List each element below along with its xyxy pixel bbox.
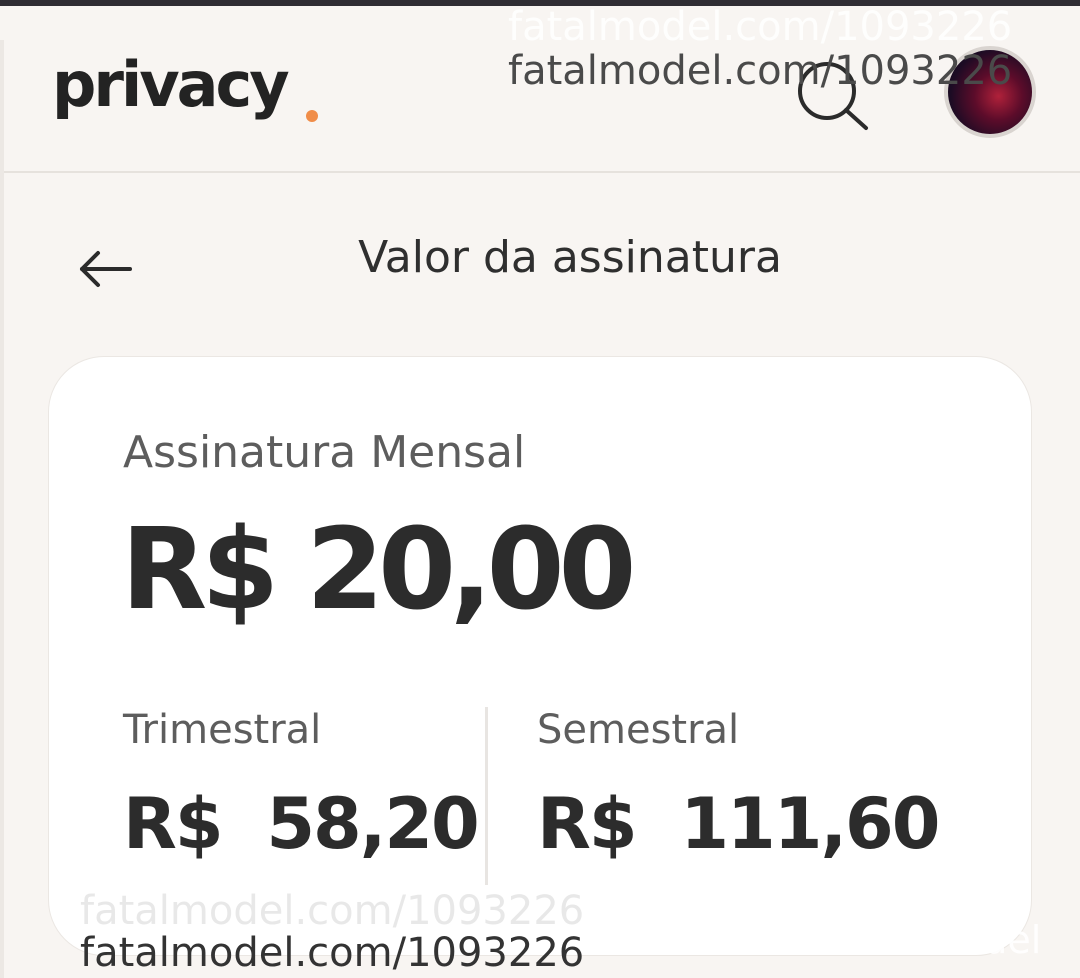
divider [485, 707, 488, 885]
left-edge [0, 40, 4, 978]
monthly-plan-price: R$ 20,00 [121, 505, 636, 635]
privacy-logo[interactable]: privacy [52, 48, 290, 121]
subscription-card: Assinatura Mensal R$ 20,00 Trimestral R$… [48, 356, 1032, 956]
watermark-faint: odel [960, 918, 1042, 962]
watermark-faint: fatalmodel.com/1093226 [80, 888, 585, 934]
watermark-faint: fatalmodel.com/1093226 [508, 4, 1013, 50]
plan-option-label: Trimestral [123, 707, 322, 753]
plan-option-semestral[interactable]: Semestral R$ 111,60 [537, 707, 940, 865]
monthly-plan-label: Assinatura Mensal [123, 427, 526, 478]
watermark: fatalmodel.com/1093226 [508, 48, 1013, 94]
plan-option-label: Semestral [537, 707, 740, 753]
plan-option-price: R$ 58,20 [123, 783, 480, 865]
page-title: Valor da assinatura [358, 232, 782, 283]
plan-option-price: R$ 111,60 [537, 783, 940, 865]
logo-dot [306, 110, 318, 122]
plan-option-trimestral[interactable]: Trimestral R$ 58,20 [123, 707, 480, 865]
watermark: fatalmodel.com/1093226 [80, 930, 585, 976]
